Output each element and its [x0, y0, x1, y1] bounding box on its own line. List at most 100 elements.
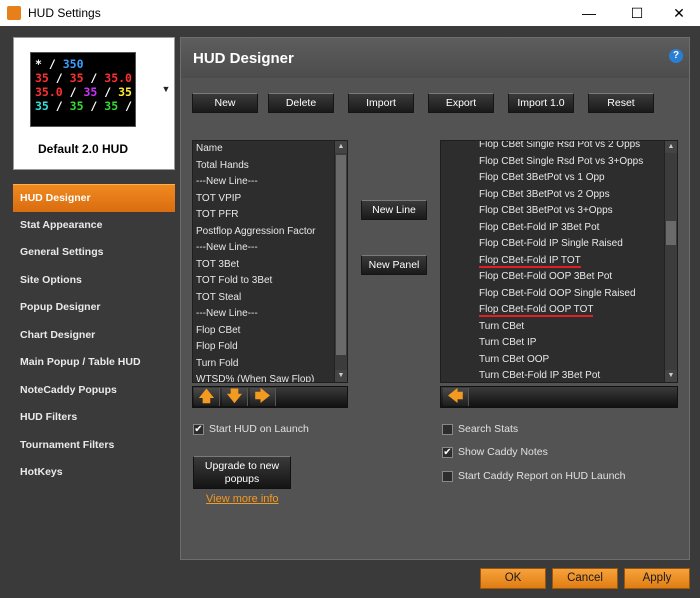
checkbox-box[interactable]	[442, 471, 453, 482]
hud-preview-line: 35.0 / 35 / 35	[35, 85, 135, 99]
hud-preview-stat: 35	[69, 71, 84, 85]
list-item[interactable]: Flop CBet-Fold IP Single Raised	[476, 236, 677, 253]
hud-preview-stat: /	[48, 99, 70, 113]
scroll-thumb[interactable]	[666, 221, 676, 245]
checkbox-label: Start HUD on Launch	[209, 423, 309, 435]
sidebar-item-site-options[interactable]: Site Options	[13, 267, 175, 295]
list-item-label: Turn CBet OOP	[479, 353, 550, 365]
list-item[interactable]: TOT Fold to 3Bet	[193, 273, 347, 290]
list-item[interactable]: Flop CBet Single Rsd Pot vs 3+Opps	[476, 154, 677, 171]
delete-button[interactable]: Delete	[268, 93, 334, 113]
checkbox-box[interactable]: ✔	[193, 424, 204, 435]
hud-preview-stat: /	[83, 99, 105, 113]
move-left-icon[interactable]: 🡄	[443, 388, 469, 406]
list-item[interactable]: TOT Steal	[193, 290, 347, 307]
list-item[interactable]: TOT PFR	[193, 207, 347, 224]
new-line-button[interactable]: New Line	[361, 200, 427, 220]
apply-button[interactable]: Apply	[624, 568, 690, 589]
list-item[interactable]: Name	[193, 141, 347, 158]
hud-preview-stat: 35.0	[35, 85, 63, 99]
move-up-icon[interactable]: 🡅	[194, 388, 220, 406]
list-item[interactable]: Flop CBet-Fold OOP 3Bet Pot	[476, 269, 677, 286]
view-more-info-link[interactable]: View more info	[206, 493, 279, 505]
chevron-down-icon[interactable]: ▼	[157, 84, 175, 94]
move-right-icon[interactable]: 🡆	[250, 388, 276, 406]
list-item[interactable]: Flop CBet	[193, 323, 347, 340]
scroll-thumb[interactable]	[336, 155, 346, 355]
list-item[interactable]: Total Hands	[193, 158, 347, 175]
checkbox-box[interactable]	[442, 424, 453, 435]
maximize-button[interactable]: ☐	[614, 0, 660, 26]
upgrade-popups-button[interactable]: Upgrade to new popups	[193, 456, 291, 489]
list-item-label: Flop CBet-Fold IP Single Raised	[479, 238, 623, 249]
list-item[interactable]: Flop CBet-Fold IP 3Bet Pot	[476, 220, 677, 237]
sidebar-item-popup-designer[interactable]: Popup Designer	[13, 294, 175, 322]
list-item[interactable]: Turn Fold	[193, 356, 347, 373]
hud-layout-list[interactable]: Name Total Hands ---New Line--- TOT VPIP TOT…	[192, 140, 348, 383]
scroll-up-icon[interactable]: ▲	[335, 141, 347, 153]
sidebar-item-general-settings[interactable]: General Settings	[13, 239, 175, 267]
hud-preview-image: * / 350 35 / 35 / 35.0 35.0 / 35 / 35 35 / …	[30, 52, 153, 127]
sidebar-nav: HUD Designer Stat Appearance General Setti…	[13, 184, 175, 487]
hud-preview-stat: /	[97, 85, 119, 99]
checkbox-label: Start Caddy Report on HUD Launch	[458, 470, 626, 482]
list-item[interactable]: ---New Line---	[193, 174, 347, 191]
new-button[interactable]: New	[192, 93, 258, 113]
list-item[interactable]: Flop CBet-Fold OOP TOT	[476, 302, 677, 319]
sidebar-item-notecaddy-popups[interactable]: NoteCaddy Popups	[13, 377, 175, 405]
export-button[interactable]: Export	[428, 93, 494, 113]
sidebar-item-stat-appearance[interactable]: Stat Appearance	[13, 212, 175, 240]
list-item[interactable]: Turn CBet IP	[476, 335, 677, 352]
import-button[interactable]: Import	[348, 93, 414, 113]
hud-preview-line: * / 350	[35, 57, 135, 71]
list-item[interactable]: Turn CBet-Fold IP 3Bet Pot	[476, 368, 677, 382]
sidebar-item-hud-designer[interactable]: HUD Designer	[13, 184, 175, 212]
sidebar-item-main-popup-table-hud[interactable]: Main Popup / Table HUD	[13, 349, 175, 377]
hud-preview-stat: 35	[35, 71, 49, 85]
scrollbar[interactable]: ▲ ▼	[334, 141, 347, 382]
sidebar-item-tournament-filters[interactable]: Tournament Filters	[13, 432, 175, 460]
list-item[interactable]: ---New Line---	[193, 306, 347, 323]
list-item[interactable]: Turn CBet	[476, 319, 677, 336]
scroll-up-icon[interactable]: ▲	[665, 141, 677, 153]
scroll-down-icon[interactable]: ▼	[335, 370, 347, 382]
list-item[interactable]: Flop Fold	[193, 339, 347, 356]
hud-preview-stat: 35	[35, 99, 49, 113]
hud-preview-stat: 35	[83, 85, 98, 99]
list-item-label: Flop CBet-Fold OOP TOT	[479, 304, 594, 317]
checkbox-box[interactable]: ✔	[442, 447, 453, 458]
move-down-icon[interactable]: 🡇	[222, 388, 248, 406]
list-item[interactable]: Flop CBet-Fold OOP Single Raised	[476, 286, 677, 303]
list-item[interactable]: Flop CBet 3BetPot vs 1 Opp	[476, 170, 677, 187]
sidebar-item-chart-designer[interactable]: Chart Designer	[13, 322, 175, 350]
list-item[interactable]: TOT 3Bet	[193, 257, 347, 274]
list-item[interactable]: Flop CBet 3BetPot vs 3+Opps	[476, 203, 677, 220]
import-1-0-button[interactable]: Import 1.0	[508, 93, 574, 113]
sidebar-item-hud-filters[interactable]: HUD Filters	[13, 404, 175, 432]
list-item[interactable]: Flop CBet Single Rsd Pot vs 2 Opps	[476, 141, 677, 154]
scrollbar[interactable]: ▲ ▼	[664, 141, 677, 382]
sidebar-item-hotkeys[interactable]: HotKeys	[13, 459, 175, 487]
list-item[interactable]: Postflop Aggression Factor	[193, 224, 347, 241]
hud-selector[interactable]: * / 350 35 / 35 / 35.0 35.0 / 35 / 35 35 / …	[13, 37, 175, 170]
help-icon[interactable]: ?	[669, 49, 683, 63]
list-item[interactable]: Flop CBet-Fold IP TOT	[476, 253, 677, 270]
checkbox-label: Search Stats	[458, 423, 519, 435]
list-item[interactable]: Flop CBet 3BetPot vs 2 Opps	[476, 187, 677, 204]
list-item[interactable]: ---New Line---	[193, 240, 347, 257]
list-item[interactable]: WTSD% (When Saw Flop)	[193, 372, 347, 382]
hud-preview-stat: /	[118, 99, 139, 113]
minimize-button[interactable]: —	[566, 0, 612, 26]
list-item[interactable]: TOT VPIP	[193, 191, 347, 208]
hud-preview-line: 35 / 35 / 35.0	[35, 71, 135, 85]
ok-button[interactable]: OK	[480, 568, 546, 589]
hud-preview-stat: 35	[104, 99, 119, 113]
new-panel-button[interactable]: New Panel	[361, 255, 427, 275]
scroll-down-icon[interactable]: ▼	[665, 370, 677, 382]
list-item[interactable]: Turn CBet OOP	[476, 352, 677, 369]
stats-list[interactable]: Flop CBet Single Rsd Pot vs 2 Opps Flop C…	[440, 140, 678, 383]
panel-header: HUD Designer ?	[181, 38, 689, 78]
reset-button[interactable]: Reset	[588, 93, 654, 113]
cancel-button[interactable]: Cancel	[552, 568, 618, 589]
close-button[interactable]: ✕	[656, 0, 700, 26]
